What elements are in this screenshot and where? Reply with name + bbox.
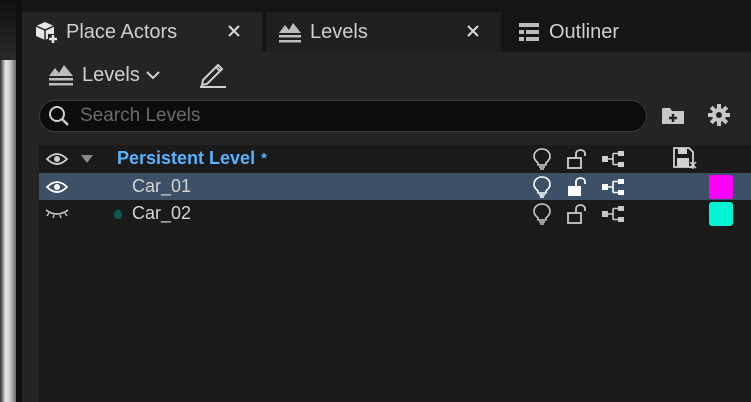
persistent-level-label: Persistent Level * <box>117 148 267 168</box>
save-icon[interactable] <box>671 145 699 172</box>
levels-dropdown[interactable]: Levels <box>46 60 162 90</box>
background-viewport <box>0 0 16 402</box>
tab-label: Place Actors <box>66 20 178 43</box>
tab-place-actors[interactable]: Place Actors <box>22 12 262 52</box>
levels-icon <box>276 18 304 46</box>
eye-closed-icon[interactable] <box>44 200 70 227</box>
hierarchy-icon[interactable] <box>599 145 627 172</box>
search-icon <box>46 103 72 129</box>
hierarchy-icon[interactable] <box>599 173 627 200</box>
outliner-icon <box>515 18 543 46</box>
tab-outliner[interactable]: Outliner <box>505 12 705 52</box>
levels-panel: Levels Search Levels Persistent Level * … <box>22 52 751 402</box>
modified-marker: * <box>261 150 267 167</box>
tab-label: Outliner <box>549 20 620 43</box>
levels-list: Persistent Level * Car_01 Car_02 <box>39 145 751 402</box>
hierarchy-icon[interactable] <box>599 200 627 227</box>
unlock-icon[interactable] <box>565 145 589 172</box>
level-name: Car_01 <box>132 176 192 196</box>
add-folder-icon <box>661 104 685 131</box>
lightbulb-icon[interactable] <box>529 200 555 227</box>
tab-bar: Place Actors Levels Outliner <box>22 0 751 52</box>
level-color-swatch[interactable] <box>709 175 733 199</box>
persistent-level-row[interactable]: Persistent Level * <box>39 145 751 172</box>
level-status-icon <box>111 200 125 227</box>
lightbulb-icon[interactable] <box>529 173 555 200</box>
level-row-car-02[interactable]: Car_02 <box>39 200 751 227</box>
chevron-down-icon <box>146 67 162 83</box>
unlock-icon[interactable] <box>565 173 589 200</box>
place-actors-icon <box>32 18 60 46</box>
eye-icon[interactable] <box>44 173 70 200</box>
edit-button[interactable] <box>196 59 230 91</box>
pencil-icon <box>197 58 229 93</box>
add-folder-button[interactable] <box>658 102 688 132</box>
tab-levels[interactable]: Levels <box>266 12 501 52</box>
search-box <box>39 100 647 132</box>
eye-icon[interactable] <box>44 145 70 172</box>
settings-button[interactable] <box>704 102 734 132</box>
gear-icon <box>707 103 731 132</box>
levels-icon <box>46 61 76 89</box>
close-icon[interactable] <box>224 21 244 41</box>
level-row-car-01[interactable]: Car_01 <box>39 173 751 200</box>
level-color-swatch[interactable] <box>709 202 733 226</box>
search-input[interactable] <box>80 105 600 127</box>
expand-arrow-icon[interactable] <box>77 145 97 172</box>
unlock-icon[interactable] <box>565 200 589 227</box>
levels-dropdown-label: Levels <box>82 63 140 86</box>
background-viewport-top <box>0 0 16 60</box>
levels-toolbar: Levels <box>22 52 751 96</box>
lightbulb-icon[interactable] <box>529 145 555 172</box>
tab-label: Levels <box>310 20 368 43</box>
level-name: Car_02 <box>132 203 192 223</box>
close-icon[interactable] <box>463 21 483 41</box>
